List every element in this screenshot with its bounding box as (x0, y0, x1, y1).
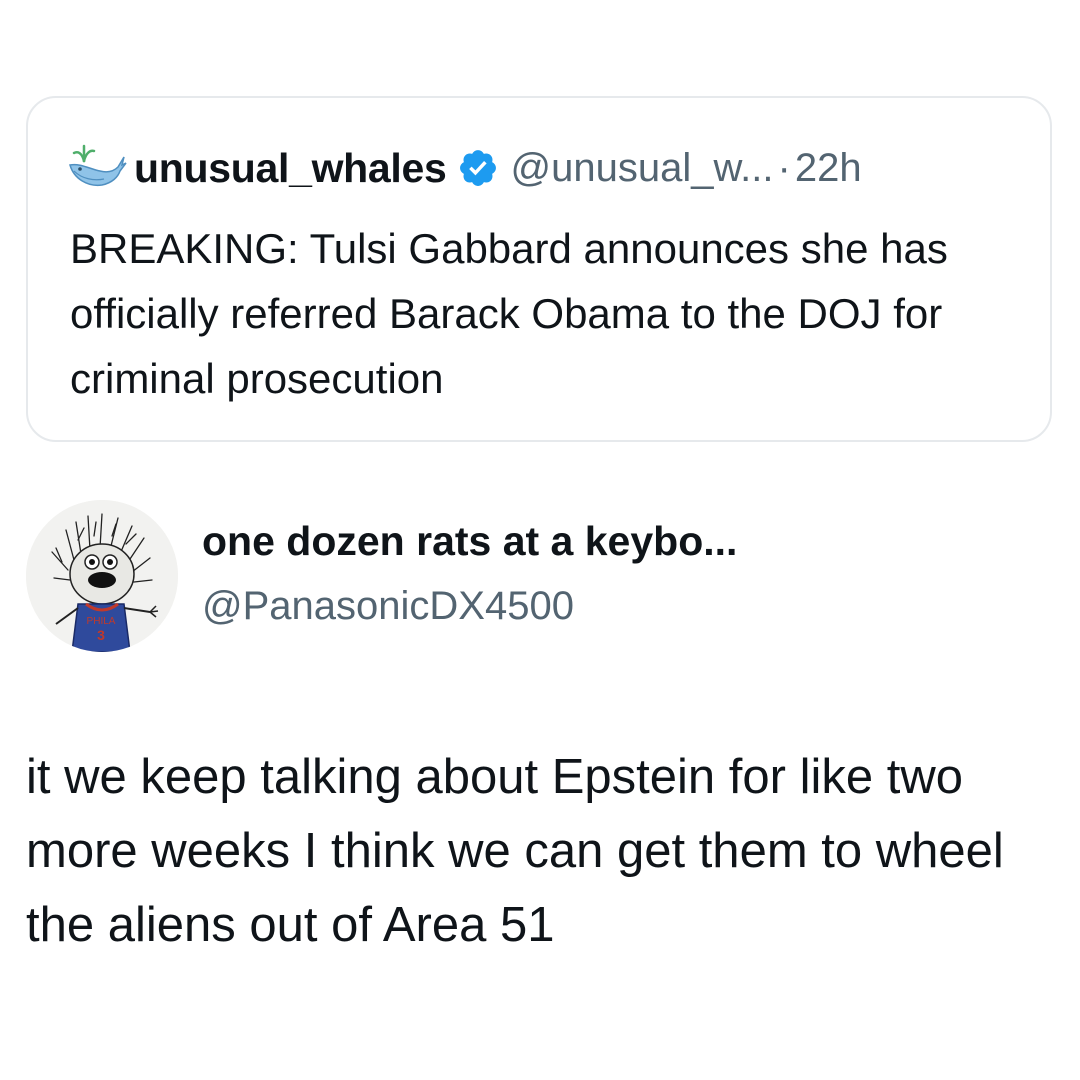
quoted-author-name[interactable]: unusual_whales (134, 145, 447, 192)
svg-text:3: 3 (97, 627, 105, 643)
whale-logo-icon (66, 143, 128, 193)
quoted-tweet-text: BREAKING: Tulsi Gabbard announces she ha… (70, 225, 948, 402)
svg-text:PHILA: PHILA (87, 616, 116, 627)
verified-badge-icon (457, 147, 499, 189)
tweet-text: it we keep talking about Epstein for lik… (26, 750, 1004, 952)
author-handle[interactable]: @PanasonicDX4500 (202, 584, 574, 629)
sketch-character-avatar-icon[interactable]: PHILA 3 (26, 500, 178, 652)
quoted-author-handle[interactable]: @unusual_w... (511, 146, 774, 191)
quoted-tweet-header: unusual_whales @unusual_w... · 22h (66, 140, 862, 196)
quoted-tweet-timestamp[interactable]: 22h (795, 146, 862, 191)
author-display-name[interactable]: one dozen rats at a keybo... (202, 518, 737, 565)
separator-dot: · (777, 145, 791, 190)
quoted-tweet-card[interactable]: unusual_whales @unusual_w... · 22h BREAK… (26, 96, 1052, 442)
